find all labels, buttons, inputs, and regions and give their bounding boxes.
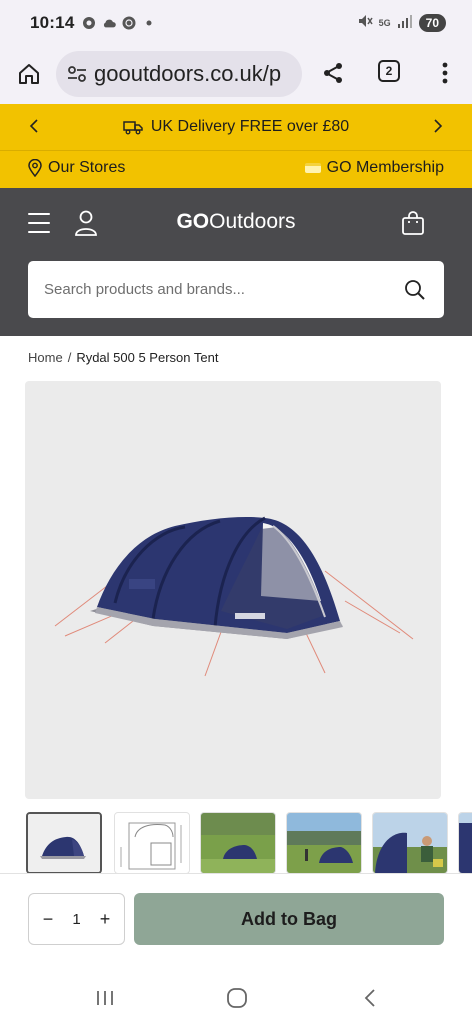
delivery-text: UK Delivery FREE over £80 — [150, 118, 350, 135]
cloud-icon — [102, 16, 117, 30]
membership-card-icon — [304, 163, 321, 173]
chrome-icon — [82, 16, 96, 30]
sticky-bar-divider — [0, 873, 472, 874]
signal-icon — [397, 14, 413, 33]
more-icon — [442, 62, 448, 84]
stores-bar: Our Stores GO Membership — [0, 150, 472, 188]
thumbnail-image[interactable] — [26, 812, 102, 874]
address-bar[interactable]: gooutdoors.co.uk/p — [56, 51, 302, 97]
site-header: GOOutdoors Search products and brands... — [0, 188, 472, 336]
share-icon — [324, 63, 342, 83]
our-stores-link[interactable]: Our Stores — [28, 159, 125, 177]
recent-apps-icon[interactable] — [93, 986, 117, 1010]
thumbnail-image[interactable] — [200, 812, 276, 874]
back-icon[interactable] — [358, 986, 382, 1010]
search-placeholder: Search products and brands... — [44, 281, 245, 298]
status-bar: 10:14 5G 70 — [0, 0, 472, 46]
status-notification-icons — [82, 16, 156, 30]
shopping-bag-icon[interactable] — [401, 210, 425, 236]
browser-home-button[interactable] — [14, 59, 44, 89]
add-to-bag-button[interactable]: Add to Bag — [134, 893, 444, 945]
home-icon — [19, 64, 39, 84]
chevron-left-icon[interactable] — [24, 116, 44, 136]
quantity-value[interactable]: 1 — [72, 911, 80, 928]
breadcrumb-home[interactable]: Home — [28, 350, 63, 365]
thumbnail-image[interactable] — [114, 812, 190, 874]
membership-link[interactable]: GO Membership — [304, 159, 444, 177]
home-nav-icon[interactable] — [225, 986, 249, 1010]
thumbnail-image[interactable] — [286, 812, 362, 874]
delivery-truck-icon — [123, 121, 143, 135]
promo-banner: UK Delivery FREE over £80 — [0, 104, 472, 150]
breadcrumb-current: Rydal 500 5 Person Tent — [76, 350, 219, 365]
delivery-promo[interactable]: UK Delivery FREE over £80 — [123, 118, 349, 136]
breadcrumb: Home / Rydal 500 5 Person Tent — [28, 350, 218, 365]
share-button[interactable] — [318, 58, 348, 88]
breadcrumb-separator: / — [67, 350, 72, 365]
tabs-button[interactable]: 2 — [378, 60, 400, 82]
thumbnail-image[interactable] — [372, 812, 448, 874]
product-main-image[interactable] — [25, 381, 441, 799]
thumbnail-image[interactable] — [458, 812, 472, 874]
quantity-increase-button[interactable]: + — [96, 909, 114, 929]
location-pin-icon — [28, 159, 42, 177]
quantity-stepper: − 1 + — [28, 893, 125, 945]
logo-go: GO — [176, 210, 210, 233]
search-input[interactable]: Search products and brands... — [28, 261, 444, 318]
site-settings-icon[interactable] — [66, 63, 88, 85]
our-stores-label: Our Stores — [48, 159, 126, 176]
browser-toolbar: gooutdoors.co.uk/p 2 — [0, 46, 472, 104]
logo-outdoors: Outdoors — [209, 210, 296, 233]
system-navigation-bar — [0, 970, 472, 1024]
chevron-right-icon[interactable] — [428, 116, 448, 136]
battery-indicator: 70 — [418, 14, 446, 32]
dot-icon — [142, 16, 156, 30]
url-text[interactable]: gooutdoors.co.uk/p — [94, 61, 281, 87]
app-icon — [122, 16, 136, 30]
search-icon[interactable] — [404, 279, 426, 301]
mute-icon — [357, 13, 373, 34]
network-label: 5G — [378, 18, 391, 28]
status-system-icons: 5G 70 — [357, 13, 446, 34]
status-time: 10:14 — [30, 13, 75, 32]
membership-label: GO Membership — [326, 159, 444, 176]
more-options-button[interactable] — [430, 58, 460, 88]
quantity-decrease-button[interactable]: − — [39, 909, 57, 929]
thumbnail-strip — [26, 812, 472, 874]
